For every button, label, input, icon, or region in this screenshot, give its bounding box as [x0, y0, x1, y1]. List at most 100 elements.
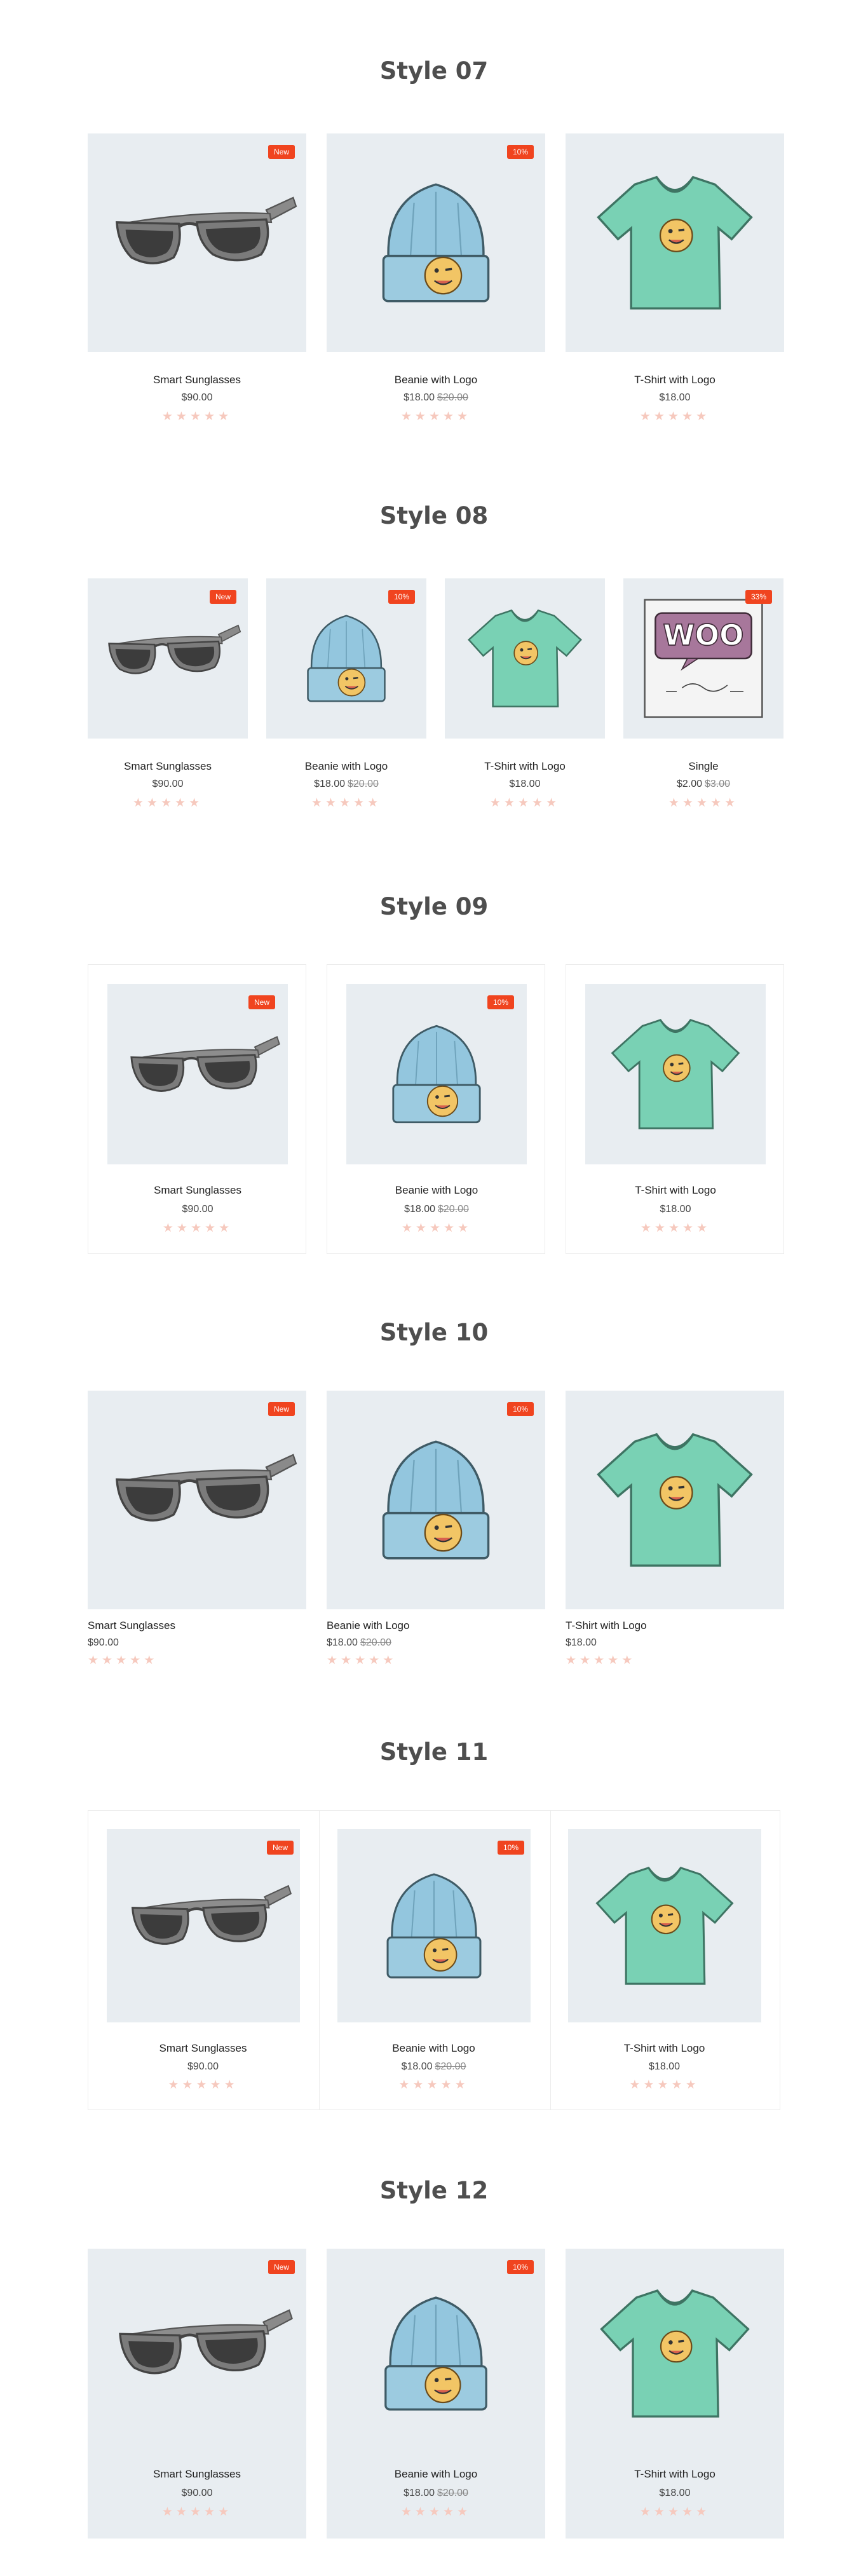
product-name[interactable]: Smart Sunglasses: [88, 760, 248, 773]
product-name[interactable]: Beanie with Logo: [327, 1184, 546, 1197]
product-name[interactable]: T-Shirt with Logo: [566, 2468, 784, 2481]
star-icon: ★: [580, 1653, 591, 1667]
star-icon: ★: [682, 2505, 693, 2519]
tshirt-icon[interactable]: [566, 2249, 784, 2458]
star-rating: ★ ★ ★ ★ ★: [327, 1222, 546, 1234]
tshirt-icon[interactable]: [566, 133, 784, 352]
star-icon: ★: [210, 2078, 221, 2092]
star-icon: ★: [682, 1221, 694, 1235]
current-price: $18.00: [509, 779, 541, 789]
product-card[interactable]: New Smart Sunglasses $90.00 ★ ★ ★ ★ ★: [88, 2249, 306, 2539]
product-name[interactable]: Smart Sunglasses: [88, 2468, 306, 2481]
star-icon: ★: [189, 409, 201, 423]
product-card[interactable]: 10% Beanie with Logo $18.00 $20.00 ★ ★ ★ ★ ★: [327, 2249, 545, 2539]
tshirt-icon[interactable]: [566, 1391, 784, 1609]
product-price: $2.00 $3.00: [623, 778, 783, 791]
star-icon: ★: [412, 2078, 424, 2092]
star-icon: ★: [444, 1221, 455, 1235]
star-icon: ★: [667, 2505, 679, 2519]
star-icon: ★: [130, 1653, 141, 1667]
product-card[interactable]: New Smart Sunglasses $90.00 ★ ★ ★ ★ ★: [88, 964, 306, 1254]
product-card[interactable]: 10% Beanie with Logo $18.00 $20.00 ★ ★ ★ ★ ★: [327, 964, 545, 1254]
sunglasses-icon[interactable]: [107, 984, 288, 1164]
star-icon: ★: [325, 796, 336, 810]
product-name[interactable]: Smart Sunglasses: [88, 374, 306, 386]
sale-badge: New: [268, 2260, 295, 2274]
product-card[interactable]: 10% Beanie with Logo $18.00 $20.00 ★ ★ ★ ★ ★: [266, 578, 426, 812]
product-card[interactable]: New Smart Sunglasses $90.00 ★ ★ ★ ★ ★: [88, 1391, 306, 1670]
product-name[interactable]: Smart Sunglasses: [88, 2042, 318, 2055]
product-card[interactable]: New Smart Sunglasses $90.00 ★ ★ ★ ★ ★: [88, 133, 306, 426]
current-price: $18.00: [403, 392, 435, 403]
beanie-icon[interactable]: [327, 1391, 545, 1609]
product-card[interactable]: T-Shirt with Logo $18.00 ★ ★ ★ ★ ★: [566, 2249, 784, 2539]
product-card[interactable]: New Smart Sunglasses $90.00 ★ ★ ★ ★ ★: [88, 1810, 318, 2094]
star-icon: ★: [426, 2078, 438, 2092]
star-icon: ★: [160, 796, 172, 810]
star-rating: ★ ★ ★ ★ ★: [88, 409, 306, 423]
product-price: $18.00: [566, 1203, 785, 1216]
current-price: $18.00: [660, 1204, 691, 1215]
product-price: $18.00 $20.00: [266, 778, 426, 791]
product-card[interactable]: 10% Beanie with Logo $18.00 $20.00 ★ ★ ★ ★ ★: [327, 133, 545, 426]
sunglasses-icon[interactable]: [88, 133, 306, 352]
current-price: $2.00: [676, 779, 702, 789]
beanie-icon[interactable]: [327, 133, 545, 352]
product-name[interactable]: Beanie with Logo: [327, 2468, 545, 2481]
product-card[interactable]: T-Shirt with Logo $18.00 ★ ★ ★ ★ ★: [445, 578, 605, 812]
sunglasses-icon[interactable]: [88, 2249, 306, 2458]
product-price: $18.00 $20.00: [327, 2487, 545, 2500]
beanie-icon[interactable]: [346, 984, 527, 1164]
product-name[interactable]: T-Shirt with Logo: [566, 1619, 647, 1632]
product-name[interactable]: T-Shirt with Logo: [566, 374, 784, 386]
tshirt-icon[interactable]: [585, 984, 766, 1164]
product-name[interactable]: Smart Sunglasses: [88, 1619, 175, 1632]
section-title: Style 10: [379, 1319, 489, 1346]
beanie-icon[interactable]: [327, 2249, 545, 2458]
star-rating: ★ ★ ★ ★ ★: [88, 2078, 318, 2092]
sunglasses-icon[interactable]: [107, 1829, 300, 2022]
product-name[interactable]: T-Shirt with Logo: [566, 1184, 785, 1197]
star-icon: ★: [428, 409, 440, 423]
star-icon: ★: [116, 1653, 127, 1667]
star-rating: ★ ★ ★ ★ ★: [327, 1654, 397, 1666]
star-rating: ★ ★ ★ ★ ★: [318, 2078, 549, 2092]
star-icon: ★: [401, 1221, 412, 1235]
product-card[interactable]: New Smart Sunglasses $90.00 ★ ★ ★ ★ ★: [88, 578, 248, 812]
product-name[interactable]: Beanie with Logo: [327, 1619, 409, 1632]
star-icon: ★: [566, 1653, 577, 1667]
product-card[interactable]: T-Shirt with Logo $18.00 ★ ★ ★ ★ ★: [549, 1810, 780, 2094]
product-card[interactable]: 10% Beanie with Logo $18.00 $20.00 ★ ★ ★ ★ ★: [327, 1391, 545, 1670]
tshirt-icon[interactable]: [445, 578, 605, 739]
product-name[interactable]: T-Shirt with Logo: [549, 2042, 780, 2055]
tshirt-icon[interactable]: [568, 1829, 761, 2022]
product-name[interactable]: Beanie with Logo: [266, 760, 426, 773]
product-name[interactable]: Beanie with Logo: [318, 2042, 549, 2055]
star-icon: ★: [218, 409, 229, 423]
product-price: $90.00: [88, 392, 306, 404]
beanie-icon[interactable]: [337, 1829, 531, 2022]
star-rating: ★ ★ ★ ★ ★: [566, 1222, 785, 1234]
product-card[interactable]: T-Shirt with Logo $18.00 ★ ★ ★ ★ ★: [566, 133, 784, 426]
old-price: $20.00: [437, 392, 468, 403]
star-icon: ★: [146, 796, 158, 810]
star-rating: ★ ★ ★ ★ ★: [266, 796, 426, 810]
star-icon: ★: [175, 2505, 187, 2519]
product-name[interactable]: Beanie with Logo: [327, 374, 545, 386]
product-name[interactable]: Single: [623, 760, 783, 773]
star-icon: ★: [668, 1221, 680, 1235]
star-icon: ★: [696, 1221, 708, 1235]
product-card[interactable]: WOO 33% Single $2.00 $3.00 ★ ★ ★ ★ ★: [623, 578, 783, 812]
star-icon: ★: [443, 409, 454, 423]
sunglasses-icon[interactable]: [88, 1391, 306, 1609]
star-icon: ★: [489, 796, 501, 810]
old-price: $3.00: [705, 779, 731, 789]
star-icon: ★: [546, 796, 557, 810]
product-card[interactable]: T-Shirt with Logo $18.00 ★ ★ ★ ★ ★: [566, 1391, 784, 1670]
product-card[interactable]: 10% Beanie with Logo $18.00 $20.00 ★ ★ ★ ★ ★: [318, 1810, 549, 2094]
product-name[interactable]: T-Shirt with Logo: [445, 760, 605, 773]
star-icon: ★: [189, 2505, 201, 2519]
product-card[interactable]: T-Shirt with Logo $18.00 ★ ★ ★ ★ ★: [566, 964, 784, 1254]
product-name[interactable]: Smart Sunglasses: [88, 1184, 307, 1197]
old-price: $20.00: [435, 2061, 466, 2072]
